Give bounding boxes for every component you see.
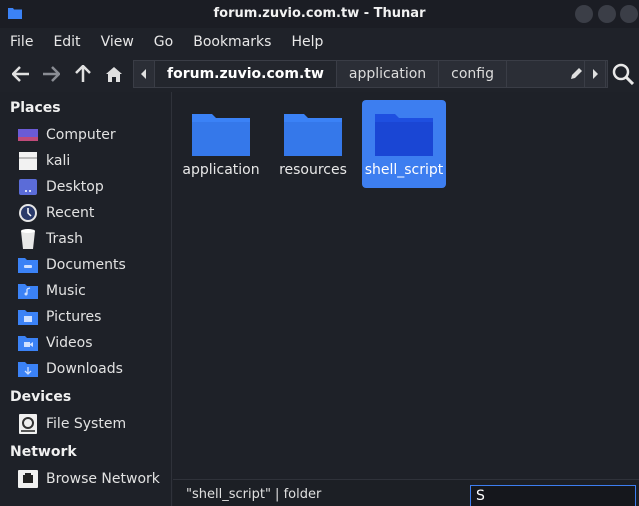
menu-help[interactable]: Help [291, 34, 323, 50]
file-item-shell-script[interactable]: shell_script [362, 100, 446, 188]
title-bar: forum.zuvio.com.tw - Thunar [0, 0, 639, 28]
trash-icon [18, 229, 38, 249]
arrow-right-icon [43, 66, 60, 82]
minimize-button[interactable] [575, 5, 593, 23]
sidebar-item-trash[interactable]: Trash [0, 226, 172, 252]
path-crumb-config[interactable]: config [439, 60, 507, 88]
downloads-folder-icon [18, 360, 38, 378]
sidebar-item-desktop[interactable]: Desktop [0, 174, 172, 200]
close-button[interactable] [620, 5, 638, 23]
type-ahead-search-input[interactable] [470, 485, 636, 506]
file-view[interactable]: application resources shell_script [173, 92, 639, 479]
menu-bar: File Edit View Go Bookmarks Help [0, 28, 639, 56]
path-bar: forum.zuvio.com.tw application config [133, 60, 608, 88]
music-folder-icon [18, 282, 38, 300]
network-header: Network [10, 444, 77, 460]
pictures-folder-icon [18, 308, 38, 326]
path-crumb-root[interactable]: forum.zuvio.com.tw [155, 60, 337, 88]
menu-file[interactable]: File [10, 34, 33, 50]
path-scroll-right-button[interactable] [584, 60, 606, 88]
up-button[interactable] [72, 64, 94, 84]
menu-bookmarks[interactable]: Bookmarks [193, 34, 271, 50]
forward-button[interactable] [40, 64, 62, 84]
sidebar-item-browse-network[interactable]: Browse Network [0, 466, 172, 492]
menu-go[interactable]: Go [154, 34, 173, 50]
network-icon [18, 470, 38, 488]
back-button[interactable] [10, 64, 32, 84]
sidebar-item-kali[interactable]: kali [0, 148, 172, 174]
pencil-icon[interactable] [569, 67, 583, 81]
menu-edit[interactable]: Edit [53, 34, 80, 50]
videos-folder-icon [18, 334, 38, 352]
home-button[interactable] [103, 64, 125, 84]
sidebar-item-music[interactable]: Music [0, 278, 172, 304]
clock-icon [18, 204, 38, 222]
arrow-left-icon [12, 66, 29, 82]
sidebar-item-videos[interactable]: Videos [0, 330, 172, 356]
file-item-resources[interactable]: resources [271, 100, 355, 188]
sidebar-item-pictures[interactable]: Pictures [0, 304, 172, 330]
search-button[interactable] [610, 62, 636, 86]
chevron-left-icon [141, 69, 146, 79]
arrow-up-icon [75, 65, 91, 82]
documents-folder-icon [18, 256, 38, 274]
folder-icon [284, 114, 342, 156]
sidebar-item-computer[interactable]: Computer [0, 122, 172, 148]
window-title: forum.zuvio.com.tw - Thunar [213, 6, 426, 21]
places-header: Places [10, 100, 61, 116]
status-text: "shell_script" | folder [186, 487, 322, 502]
sidebar-item-file-system[interactable]: File System [0, 411, 172, 437]
sidebar: Places Computer kali Desktop Recent Tras… [0, 92, 172, 506]
folder-icon [192, 114, 250, 156]
computer-icon [18, 126, 38, 144]
sidebar-item-documents[interactable]: Documents [0, 252, 172, 278]
home-folder-icon [18, 152, 38, 170]
maximize-button[interactable] [598, 5, 616, 23]
search-icon [612, 63, 634, 85]
file-item-application[interactable]: application [179, 100, 263, 188]
devices-header: Devices [10, 389, 72, 405]
folder-icon [375, 114, 433, 156]
sidebar-item-recent[interactable]: Recent [0, 200, 172, 226]
chevron-right-icon [593, 69, 598, 79]
desktop-icon [18, 178, 38, 196]
home-icon [106, 66, 122, 82]
sidebar-item-downloads[interactable]: Downloads [0, 356, 172, 382]
menu-view[interactable]: View [101, 34, 134, 50]
path-crumb-application[interactable]: application [336, 60, 440, 88]
path-scroll-left-button[interactable] [133, 60, 155, 88]
drive-icon [18, 414, 38, 434]
